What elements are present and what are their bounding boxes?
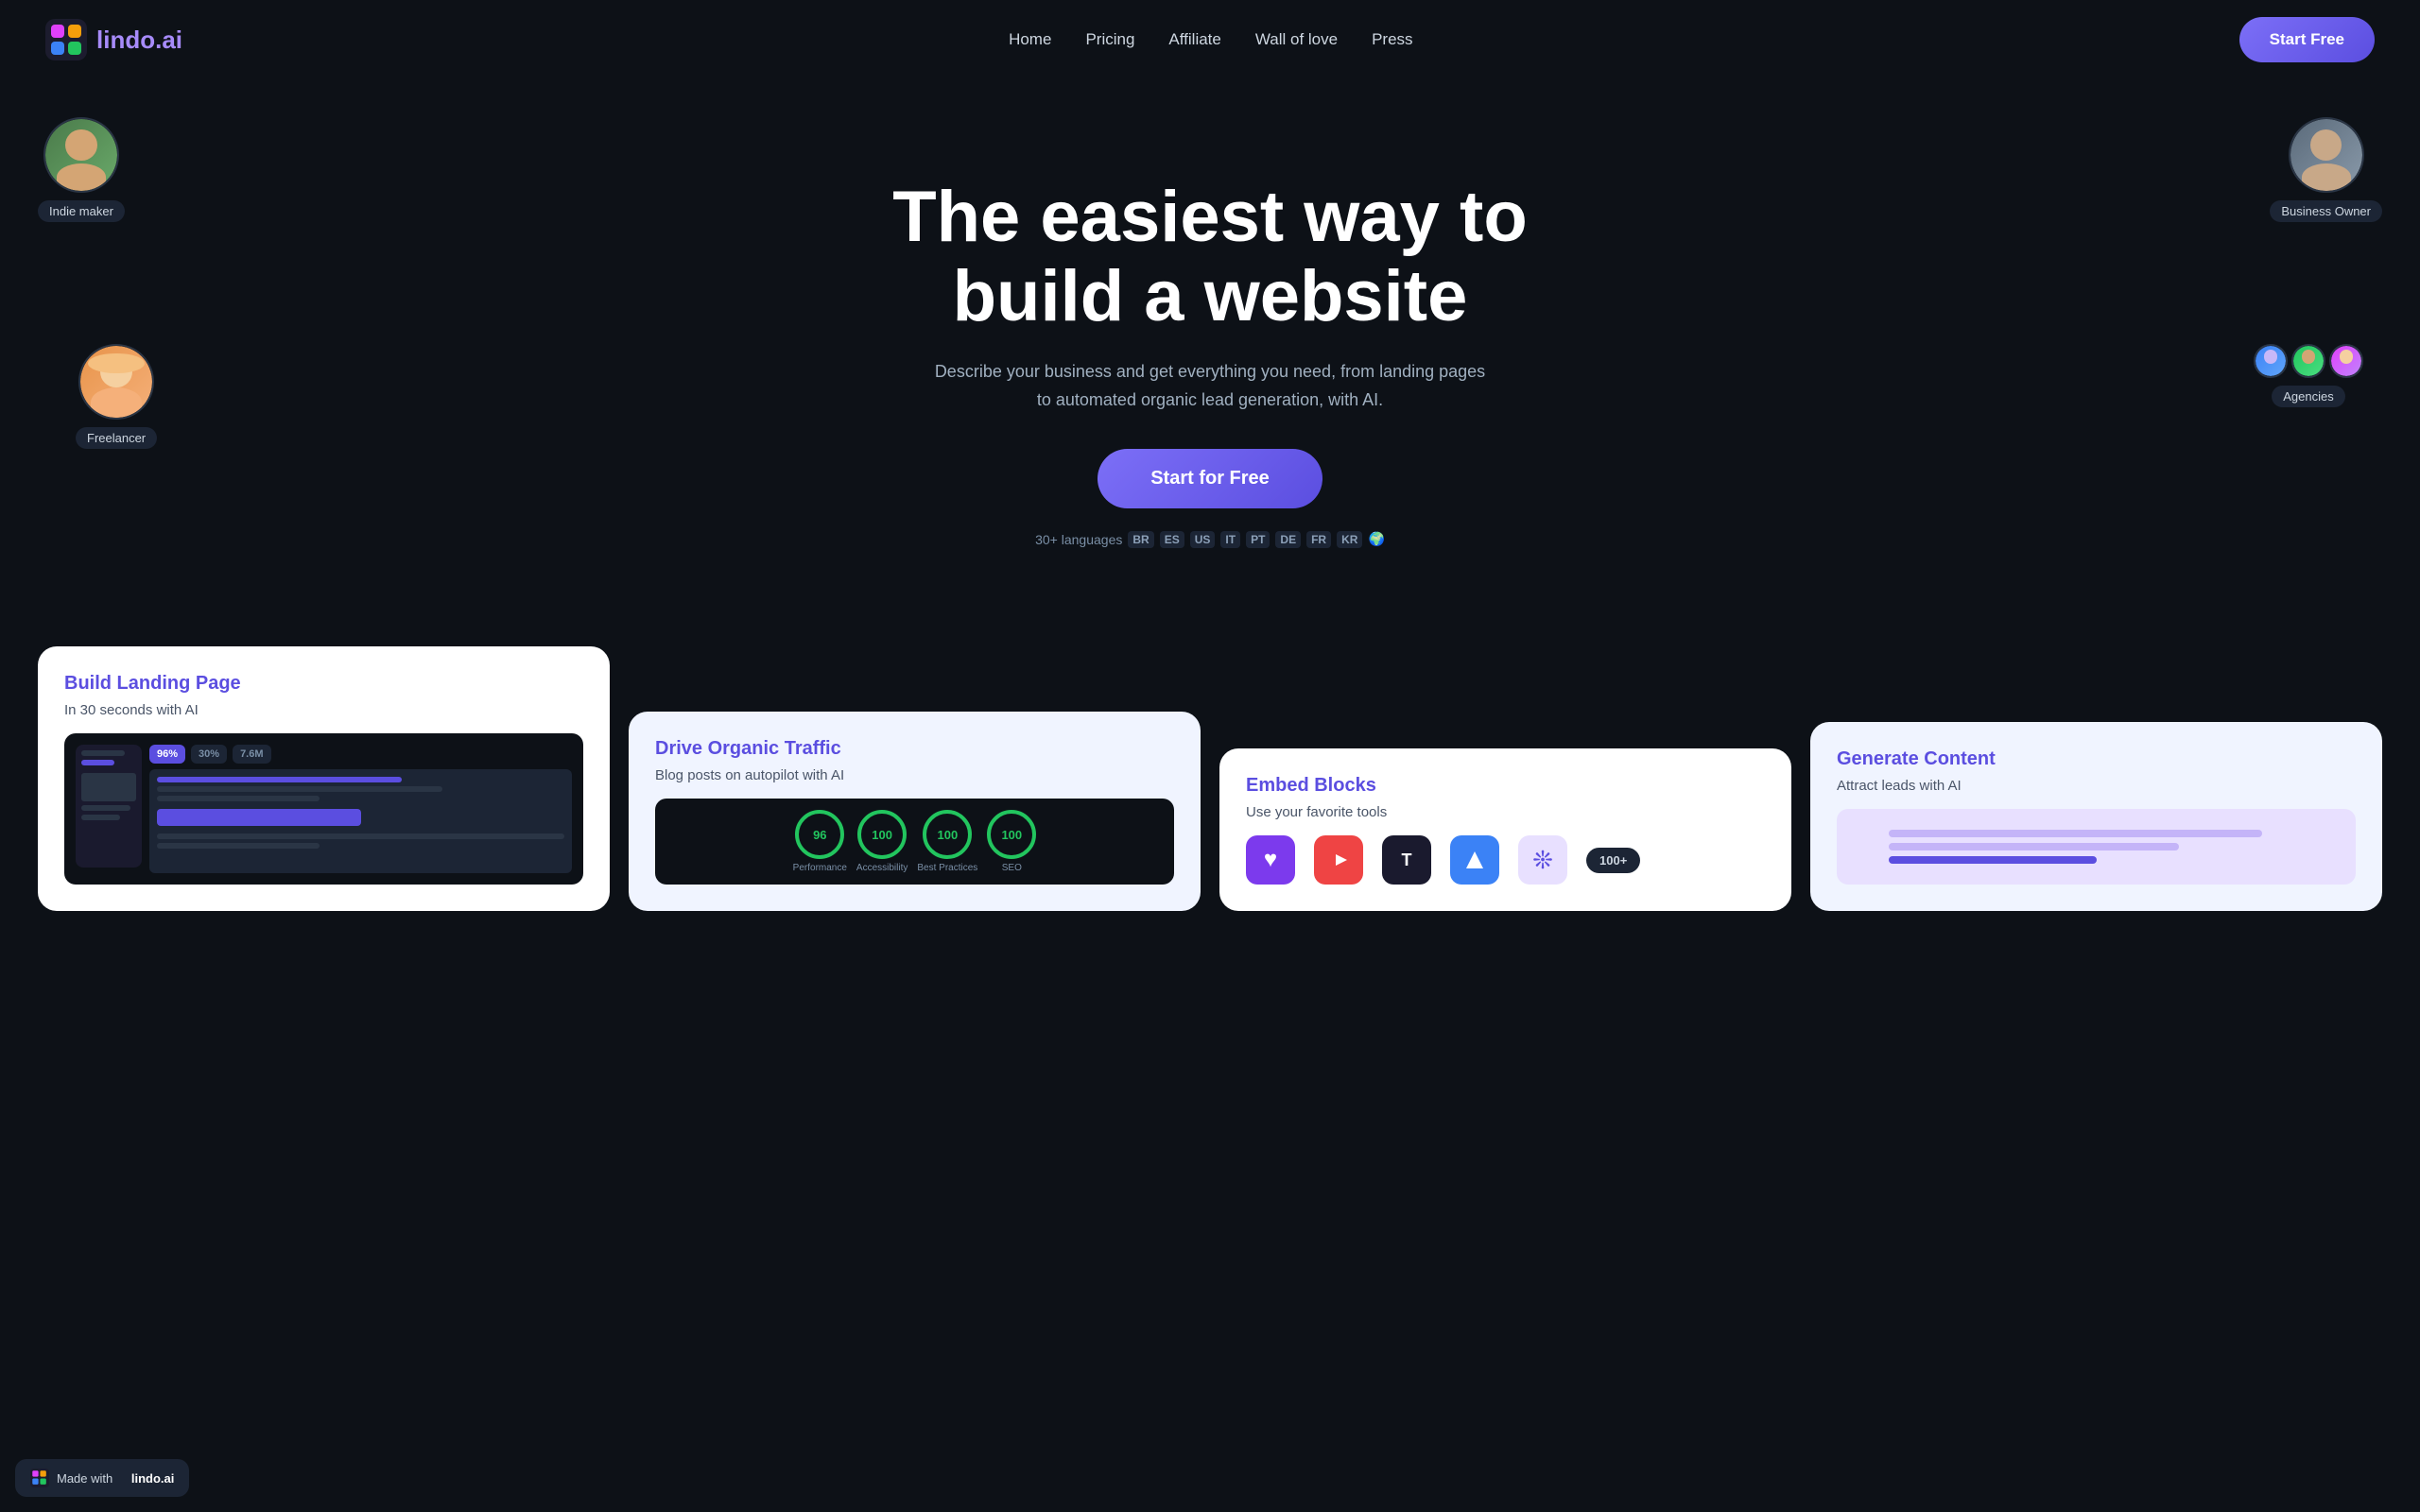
score-seo: 100 SEO	[987, 810, 1036, 873]
persona-business-owner: Business Owner	[2270, 117, 2382, 222]
embed-icon-triangle	[1450, 835, 1499, 885]
navigation: lindo.ai Home Pricing Affiliate Wall of …	[0, 0, 2420, 79]
card-title-generate: Generate Content	[1837, 748, 2356, 770]
score-performance: 96 Performance	[793, 810, 847, 873]
persona-indie-maker: Indie maker	[38, 117, 125, 222]
lang-fr: FR	[1306, 531, 1331, 548]
persona-freelancer: Freelancer	[76, 344, 157, 449]
lang-pt: PT	[1246, 531, 1270, 548]
score-ring-seo: 100	[987, 810, 1036, 859]
lang-us: US	[1190, 531, 1216, 548]
languages-prefix: 30+ languages	[1035, 532, 1122, 547]
made-with-badge: Made with lindo.ai	[15, 1459, 189, 1497]
badge-brand: lindo.ai	[131, 1471, 175, 1486]
card-subtitle-traffic: Blog posts on autopilot with AI	[655, 767, 1174, 783]
stat-chip-1: 96%	[149, 745, 185, 764]
stat-chip-3: 7.6M	[233, 745, 270, 764]
score-accessibility: 100 Accessibility	[856, 810, 908, 873]
nav-link-pricing[interactable]: Pricing	[1085, 30, 1134, 48]
embed-more-count: 100+	[1586, 848, 1640, 873]
embed-icon-youtube	[1314, 835, 1363, 885]
badge-logo-icon	[30, 1469, 49, 1487]
score-ring-best-practices: 100	[923, 810, 972, 859]
card-title-embed: Embed Blocks	[1246, 775, 1765, 797]
nav-link-wall-of-love[interactable]: Wall of love	[1255, 30, 1338, 48]
score-ring-performance: 96	[795, 810, 844, 859]
card-title-landing: Build Landing Page	[64, 673, 583, 695]
lang-br: BR	[1128, 531, 1153, 548]
traffic-preview: 96 Performance 100 Accessibility 100 Bes…	[655, 799, 1174, 885]
persona-agencies: Agencies	[2254, 344, 2363, 407]
globe-icon: 🌍	[1368, 531, 1384, 547]
lang-de: DE	[1275, 531, 1301, 548]
logo-icon	[45, 19, 87, 60]
card-drive-organic-traffic: Drive Organic Traffic Blog posts on auto…	[629, 712, 1201, 911]
lang-kr: KR	[1337, 531, 1362, 548]
hero-heading: The easiest way to build a website	[892, 178, 1528, 335]
score-label-accessibility: Accessibility	[856, 863, 908, 873]
stat-chip-2: 30%	[191, 745, 227, 764]
agencies-label: Agencies	[2272, 386, 2344, 407]
nav-cta-button[interactable]: Start Free	[2239, 17, 2375, 62]
lang-it: IT	[1220, 531, 1240, 548]
preview-stats: 96% 30% 7.6M	[149, 745, 572, 764]
generate-preview	[1837, 809, 2356, 885]
card-subtitle-embed: Use your favorite tools	[1246, 804, 1765, 820]
card-subtitle-landing: In 30 seconds with AI	[64, 702, 583, 718]
freelancer-label: Freelancer	[76, 427, 157, 449]
card-embed-blocks: Embed Blocks Use your favorite tools ♥ T…	[1219, 748, 1791, 911]
embed-icon-t: T	[1382, 835, 1431, 885]
card-build-landing-page: Build Landing Page In 30 seconds with AI…	[38, 646, 610, 911]
score-circles: 96 Performance 100 Accessibility 100 Bes…	[655, 799, 1174, 885]
nav-link-home[interactable]: Home	[1009, 30, 1051, 48]
embed-icon-snowflake: ❊	[1518, 835, 1567, 885]
score-label-performance: Performance	[793, 863, 847, 873]
badge-prefix: Made with	[57, 1471, 112, 1486]
landing-page-preview: 96% 30% 7.6M	[64, 733, 583, 885]
languages-row: 30+ languages BR ES US IT PT DE FR KR 🌍	[1035, 531, 1385, 548]
card-generate-content: Generate Content Attract leads with AI	[1810, 722, 2382, 911]
score-best-practices: 100 Best Practices	[917, 810, 977, 873]
preview-screen	[149, 769, 572, 873]
hero-section: Indie maker Freelancer Business Owner	[0, 79, 2420, 609]
nav-link-affiliate[interactable]: Affiliate	[1168, 30, 1220, 48]
nav-links: Home Pricing Affiliate Wall of love Pres…	[1009, 30, 1412, 49]
logo-text: lindo.ai	[96, 26, 182, 55]
card-subtitle-generate: Attract leads with AI	[1837, 778, 2356, 794]
indie-maker-label: Indie maker	[38, 200, 125, 222]
hero-cta-button[interactable]: Start for Free	[1098, 449, 1322, 508]
preview-phone	[76, 745, 142, 868]
hero-subtext: Describe your business and get everythin…	[926, 358, 1494, 414]
preview-desktop: 96% 30% 7.6M	[149, 745, 572, 873]
score-label-best-practices: Best Practices	[917, 863, 977, 873]
embed-icon-heart: ♥	[1246, 835, 1295, 885]
feature-cards-section: Build Landing Page In 30 seconds with AI…	[0, 609, 2420, 911]
card-title-traffic: Drive Organic Traffic	[655, 738, 1174, 760]
lang-es: ES	[1160, 531, 1184, 548]
business-owner-label: Business Owner	[2270, 200, 2382, 222]
nav-link-press[interactable]: Press	[1372, 30, 1412, 48]
score-label-seo: SEO	[1002, 863, 1022, 873]
score-ring-accessibility: 100	[857, 810, 907, 859]
logo[interactable]: lindo.ai	[45, 19, 182, 60]
embed-icons: ♥ T ❊ 100+	[1246, 835, 1765, 885]
